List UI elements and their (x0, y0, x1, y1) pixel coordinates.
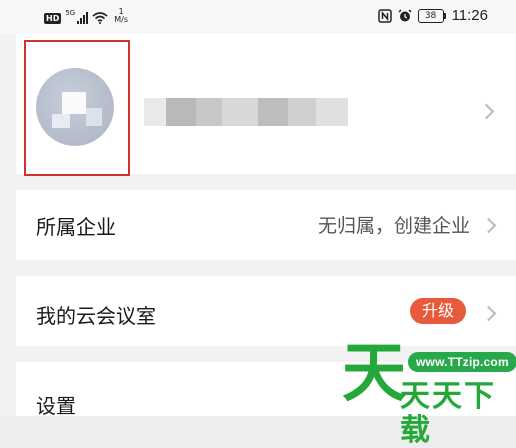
profile-name-redacted (144, 98, 348, 126)
avatar[interactable] (36, 68, 114, 146)
network-speed: 1 M/s (114, 8, 128, 24)
company-value: 无归属，创建企业 (317, 215, 470, 237)
battery-icon: 38 (417, 8, 446, 23)
status-bar: HD 5G 1 M/s 38 11:26 (0, 0, 516, 34)
company-row[interactable]: 所属企业 无归属，创建企业 (16, 190, 516, 260)
settings-label: 设置 (36, 394, 76, 418)
watermark-text: 天天下载 (400, 379, 496, 448)
watermark-logo: 天 www.TTzip.com 天天下载 (334, 336, 516, 448)
clock: 11:26 (451, 7, 488, 24)
chevron-right-icon (480, 217, 497, 234)
signal-icon (77, 12, 89, 24)
wifi-icon (92, 12, 108, 24)
company-label: 所属企业 (36, 215, 116, 239)
status-right: 38 11:26 (377, 7, 488, 24)
meeting-room-label: 我的云会议室 (36, 304, 156, 328)
network-type-label: 5G (65, 9, 76, 17)
watermark-url: www.TTzip.com (408, 352, 516, 372)
chevron-right-icon (478, 103, 495, 120)
speed-unit: M/s (114, 15, 128, 24)
app-screen: HD 5G 1 M/s 38 11:26 所属企业 无归属，创建企业 我的云会议… (0, 0, 516, 448)
avatar-highlight-box[interactable] (24, 40, 130, 176)
chevron-right-icon (480, 305, 497, 322)
status-left: HD 5G 1 M/s (44, 8, 128, 24)
alarm-icon (398, 8, 412, 21)
upgrade-badge[interactable]: 升级 (409, 298, 466, 324)
battery-level: 38 (417, 8, 444, 23)
profile-card[interactable] (16, 34, 516, 176)
watermark-big-char: 天 (342, 337, 406, 411)
hd-badge: HD (44, 13, 62, 24)
nfc-icon (377, 8, 392, 23)
